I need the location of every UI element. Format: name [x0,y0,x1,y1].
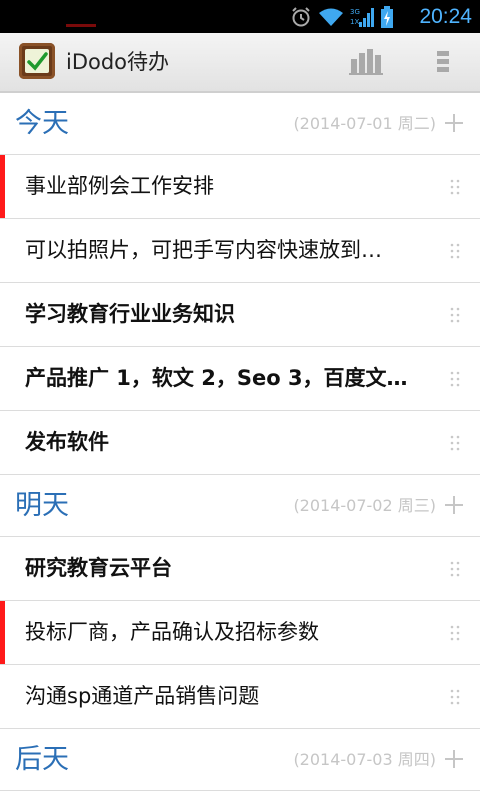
section-title: 今天 [15,108,69,139]
task-text: 研究教育云平台 [25,556,172,580]
section-header-tomorrow: 明天 (2014-07-02 周三) [0,475,480,537]
drag-handle-icon[interactable] [450,561,460,577]
priority-marker [0,155,5,218]
status-bar: 3G 1X 20:24 [0,0,480,33]
app-icon[interactable] [19,43,55,79]
section-title: 明天 [15,490,69,521]
drag-handle-icon[interactable] [450,179,460,195]
task-row[interactable]: 可以拍照片，可把手写内容快速放到… [0,219,480,283]
task-text: 学习教育行业业务知识 [25,302,235,326]
action-bar: iDodo待办 [0,33,480,93]
section-header-day-after: 后天 (2014-07-03 周四) [0,729,480,791]
section-date: (2014-07-03 周四) [293,750,436,769]
battery-icon [381,6,393,28]
todo-list: 今天 (2014-07-01 周二) 事业部例会工作安排 可以拍照片，可把手写内… [0,93,480,791]
section-title: 后天 [15,744,69,775]
task-text: 产品推广 1，软文 2，Seo 3，百度文… [25,366,408,390]
task-row[interactable]: 研究教育云平台 [0,537,480,601]
drag-handle-icon[interactable] [450,243,460,259]
overflow-menu-icon [437,51,449,72]
status-icons: 3G 1X [290,5,394,29]
svg-text:1X: 1X [350,18,359,26]
statistics-button[interactable] [345,45,389,79]
signal-3g-icon: 3G 1X [350,8,374,27]
add-icon[interactable] [444,495,464,515]
add-icon[interactable] [444,749,464,769]
task-text: 可以拍照片，可把手写内容快速放到… [25,238,382,262]
task-row[interactable]: 沟通sp通道产品销售问题 [0,665,480,729]
alarm-icon [292,7,310,27]
notification-mark [66,24,96,27]
task-row[interactable]: 事业部例会工作安排 [0,155,480,219]
priority-marker [0,601,5,664]
drag-handle-icon[interactable] [450,371,460,387]
task-row[interactable]: 产品推广 1，软文 2，Seo 3，百度文… [0,347,480,411]
checkbox-icon [25,49,49,73]
section-date: (2014-07-02 周三) [293,496,436,515]
section-header-today: 今天 (2014-07-01 周二) [0,93,480,155]
task-row[interactable]: 投标厂商，产品确认及招标参数 [0,601,480,665]
add-icon[interactable] [444,113,464,133]
drag-handle-icon[interactable] [450,625,460,641]
drag-handle-icon[interactable] [450,435,460,451]
task-text: 投标厂商，产品确认及招标参数 [25,620,319,644]
task-row[interactable]: 发布软件 [0,411,480,475]
drag-handle-icon[interactable] [450,689,460,705]
section-date: (2014-07-01 周二) [293,114,436,133]
wifi-icon [319,8,343,26]
overflow-menu-button[interactable] [428,45,458,79]
status-time: 20:24 [419,5,472,28]
task-text: 事业部例会工作安排 [25,174,214,198]
bar-chart-icon [349,49,383,75]
drag-handle-icon[interactable] [450,307,460,323]
task-text: 沟通sp通道产品销售问题 [25,684,260,708]
task-text: 发布软件 [25,430,109,454]
app-title: iDodo待办 [66,50,170,74]
svg-text:3G: 3G [350,8,360,16]
task-row[interactable]: 学习教育行业业务知识 [0,283,480,347]
